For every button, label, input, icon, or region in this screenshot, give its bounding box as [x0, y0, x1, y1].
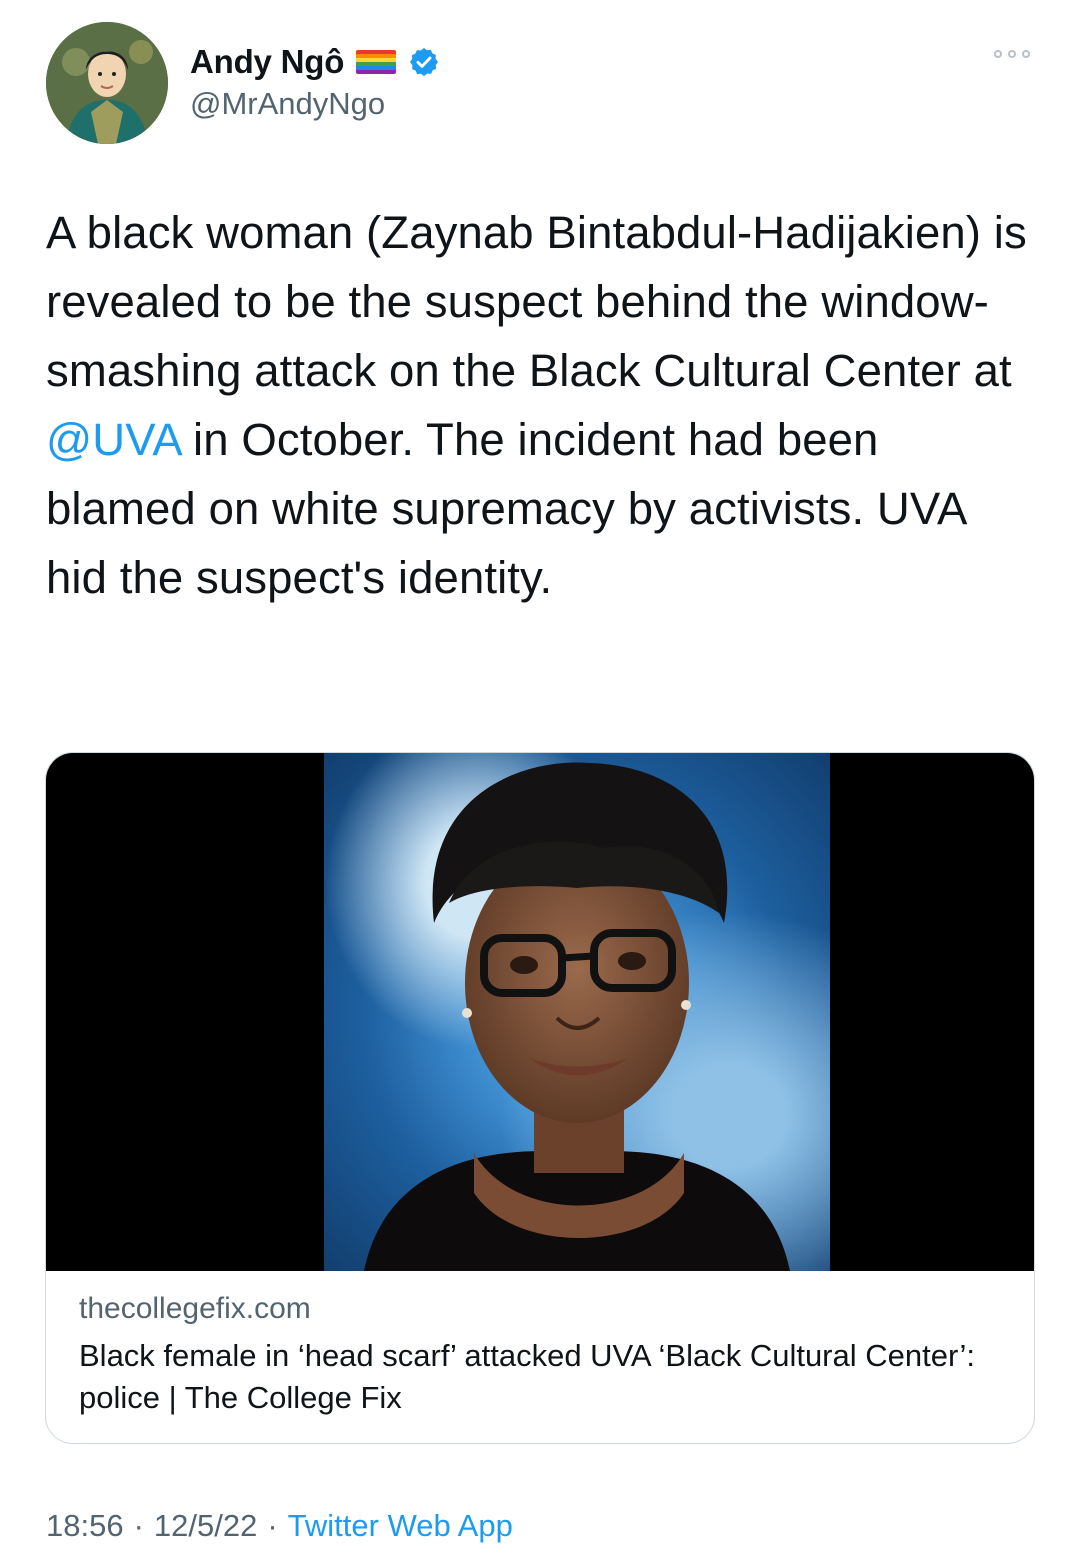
- tweet-date[interactable]: 12/5/22: [154, 1508, 257, 1544]
- verified-badge-icon: [408, 46, 440, 78]
- card-domain: thecollegefix.com: [79, 1292, 311, 1325]
- author-display-name[interactable]: Andy Ngô: [190, 43, 344, 81]
- footer-separator: ·: [133, 1508, 144, 1543]
- tweet-source-link[interactable]: Twitter Web App: [288, 1508, 513, 1544]
- rainbow-flag-icon: [356, 50, 397, 74]
- mention-link[interactable]: @UVA: [46, 414, 180, 465]
- footer-separator: ·: [267, 1508, 278, 1543]
- portrait-photo: [324, 753, 830, 1271]
- author-handle[interactable]: @MrAndyNgo: [190, 86, 385, 122]
- card-image[interactable]: [46, 753, 1034, 1271]
- author-name-row: Andy Ngô: [190, 40, 440, 84]
- avatar[interactable]: [46, 22, 168, 144]
- card-title[interactable]: Black female in ‘head scarf’ attacked UV…: [79, 1335, 1009, 1419]
- tweet-text: A black woman (Zaynab Bintabdul-Hadijaki…: [46, 198, 1036, 612]
- card-meta: thecollegefix.com Black female in ‘head …: [79, 1289, 1009, 1419]
- tweet-text-part1: A black woman (Zaynab Bintabdul-Hadijaki…: [46, 207, 1027, 396]
- tweet: Andy Ngô @MrAndyNgo A black woman (Zayna…: [0, 0, 1080, 1561]
- tweet-time[interactable]: 18:56: [46, 1508, 124, 1544]
- link-card[interactable]: thecollegefix.com Black female in ‘head …: [45, 752, 1035, 1444]
- more-options-icon[interactable]: [994, 50, 1030, 58]
- tweet-text-part2: in October. The incident had been blamed…: [46, 414, 965, 603]
- tweet-footer: 18:56 · 12/5/22 · Twitter Web App: [46, 1508, 513, 1544]
